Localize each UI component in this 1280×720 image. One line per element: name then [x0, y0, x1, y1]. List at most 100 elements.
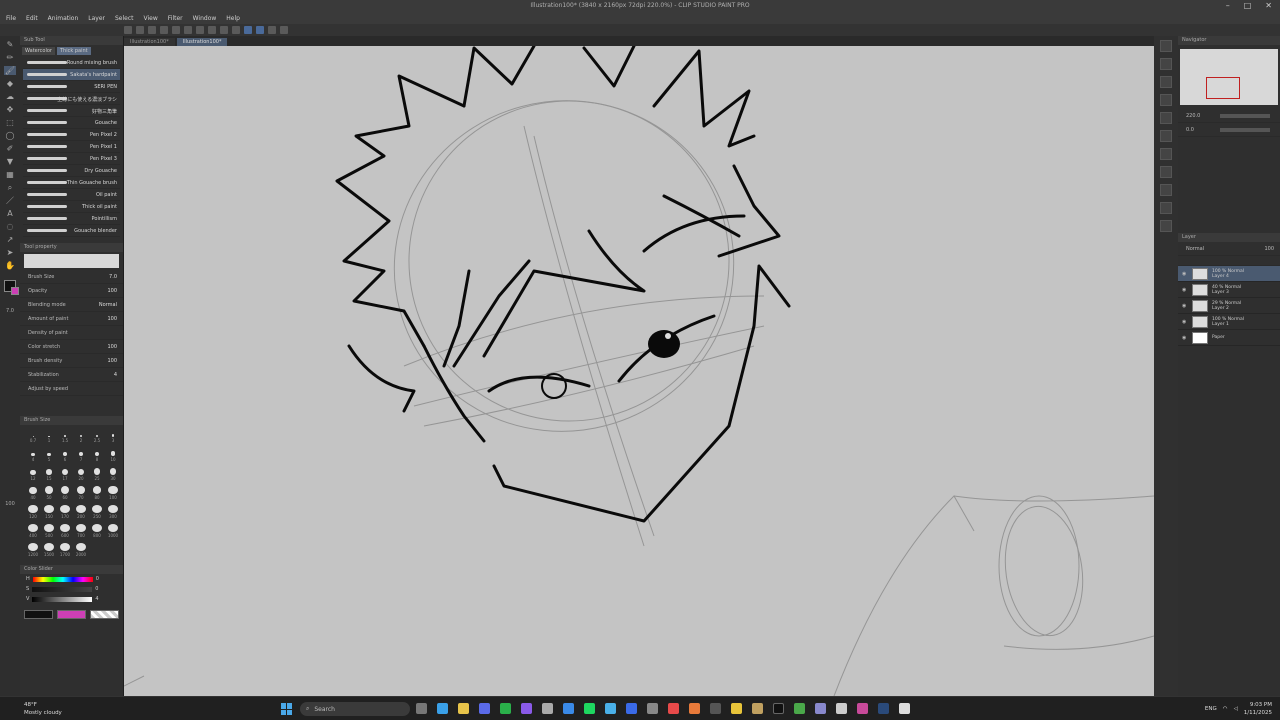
firefox-icon[interactable] [689, 703, 700, 714]
main-color-swatch[interactable] [4, 280, 19, 295]
menu-file[interactable]: File [6, 15, 16, 22]
brush-size-option[interactable]: 100 [106, 486, 120, 500]
saturation-slider[interactable]: S0 [20, 584, 123, 594]
pen-icon[interactable] [244, 26, 252, 34]
app-icon[interactable] [731, 703, 742, 714]
brush-item[interactable]: Pointillism [23, 213, 120, 225]
app-icon[interactable] [836, 703, 847, 714]
brush-size-option[interactable]: 2.5 [90, 429, 104, 443]
search-layer-icon[interactable] [1160, 148, 1172, 160]
clip-studio-icon[interactable] [857, 703, 868, 714]
brush-item[interactable]: Round mixing brush [23, 57, 120, 69]
hue-bar[interactable] [32, 576, 93, 582]
twitch-icon[interactable] [521, 703, 532, 714]
figure-tool-icon[interactable]: ／ [4, 196, 16, 205]
menu-icon[interactable] [124, 26, 132, 34]
layer-opacity[interactable]: 100 [1264, 246, 1274, 252]
angle-value[interactable]: 0.0 [1186, 127, 1194, 133]
brush-size-option[interactable]: 70 [74, 486, 88, 500]
layer-item[interactable]: ◉ 100 % Normal Layer 1 [1178, 314, 1280, 330]
value-slider[interactable]: V4 [20, 594, 123, 604]
transform-icon[interactable] [268, 26, 276, 34]
operation-tool-icon[interactable]: ➤ [4, 248, 16, 257]
brush-size-option[interactable]: 25 [90, 467, 104, 481]
brush-size-option[interactable]: 7 [74, 448, 88, 462]
eye-icon[interactable]: ◉ [1182, 303, 1188, 309]
app-icon[interactable] [815, 703, 826, 714]
sub-color-chip[interactable] [57, 610, 86, 619]
redo-icon[interactable] [196, 26, 204, 34]
spotify-icon[interactable] [584, 703, 595, 714]
transparent-chip[interactable] [90, 610, 119, 619]
steam-icon[interactable] [878, 703, 889, 714]
layer-item[interactable]: ◉ 29 % Normal Layer 2 [1178, 298, 1280, 314]
pen-tool-icon[interactable]: ✎ [4, 40, 16, 49]
brush-item[interactable]: Sakata's hardpaint [23, 69, 120, 81]
prop-value[interactable]: 4 [114, 372, 117, 378]
undo-icon[interactable] [184, 26, 192, 34]
brush-size-option[interactable]: 40 [26, 486, 40, 500]
task-view-icon[interactable] [416, 703, 427, 714]
zoom-value[interactable]: 220.0 [1186, 113, 1200, 119]
language-indicator[interactable]: ENG [1205, 706, 1217, 712]
menu-layer[interactable]: Layer [88, 15, 105, 22]
brush-size-option[interactable]: 1700 [58, 543, 72, 557]
brush-item[interactable]: Gouache [23, 117, 120, 129]
pencil-tool-icon[interactable]: ✏ [4, 53, 16, 62]
prop-value[interactable]: 100 [107, 288, 117, 294]
save-icon[interactable] [160, 26, 168, 34]
tab-watercolor[interactable]: Watercolor [22, 47, 55, 55]
hue-slider[interactable]: H0 [20, 574, 123, 584]
brush-size-option[interactable]: 8 [90, 448, 104, 462]
app-icon[interactable] [899, 703, 910, 714]
brush-size-option[interactable]: 15 [42, 467, 56, 481]
brush-size-option[interactable]: 2000 [74, 543, 88, 557]
menu-select[interactable]: Select [115, 15, 134, 22]
eye-icon[interactable]: ◉ [1182, 335, 1188, 341]
weather-widget[interactable]: 48°F Mostly cloudy [24, 701, 62, 717]
brush-size-option[interactable]: 170 [58, 505, 72, 519]
eyedropper-tool-icon[interactable]: ✐ [4, 144, 16, 153]
navigator-angle[interactable]: 0.0 [1178, 123, 1280, 137]
drawing-canvas[interactable] [124, 46, 1154, 696]
discord-icon[interactable] [479, 703, 490, 714]
main-color-chip[interactable] [24, 610, 53, 619]
open-icon[interactable] [148, 26, 156, 34]
timeline-icon[interactable] [1160, 184, 1172, 196]
brush-item[interactable]: 主線にも使える濃淡ブラシ [23, 93, 120, 105]
prop-brush-size[interactable]: Brush Size 7.0 [20, 270, 123, 284]
menu-edit[interactable]: Edit [26, 15, 38, 22]
brush-size-option[interactable]: 5 [42, 448, 56, 462]
prop-blending-mode[interactable]: Blending mode Normal [20, 298, 123, 312]
brush-size-option[interactable]: 3 [106, 429, 120, 443]
brush-size-option[interactable]: 300 [106, 505, 120, 519]
brush-item[interactable]: SERI PEN [23, 81, 120, 93]
prop-brush-density[interactable]: Brush density 100 [20, 354, 123, 368]
brush-item[interactable]: Dry Gouache [23, 165, 120, 177]
brush-size-option[interactable]: 2 [74, 429, 88, 443]
notes-icon[interactable] [626, 703, 637, 714]
gradient-tool-icon[interactable]: ▦ [4, 170, 16, 179]
prop-value[interactable]: 7.0 [109, 274, 117, 280]
zoom-slider[interactable] [1220, 113, 1270, 118]
brush-tool-icon[interactable]: 🖌 [4, 66, 16, 75]
xbox-icon[interactable] [500, 703, 511, 714]
brush-size-option[interactable]: 1.5 [58, 429, 72, 443]
prop-density-of-paint[interactable]: Density of paint [20, 326, 123, 340]
clock[interactable]: 9:03 PM 1/11/2025 [1244, 701, 1272, 717]
prop-value[interactable]: 100 [107, 344, 117, 350]
adjust-by-speed-checkbox[interactable]: Adjust by speed [20, 382, 123, 396]
prop-stabilization[interactable]: Stabilization 4 [20, 368, 123, 382]
angle-slider[interactable] [1220, 127, 1270, 132]
prop-value[interactable]: 100 [107, 316, 117, 322]
selection-tool-icon[interactable]: ⬚ [4, 118, 16, 127]
menu-filter[interactable]: Filter [168, 15, 183, 22]
brush-size-option[interactable]: 1500 [42, 543, 56, 557]
hand-tool-icon[interactable]: ✋ [4, 261, 16, 270]
lasso-tool-icon[interactable]: ◯ [4, 131, 16, 140]
brush-size-option[interactable]: 1200 [26, 543, 40, 557]
tab-document-2[interactable]: Illustration100* [176, 38, 228, 46]
navigator-zoom[interactable]: 220.0 [1178, 109, 1280, 123]
app-icon[interactable] [794, 703, 805, 714]
app-icon[interactable] [563, 703, 574, 714]
